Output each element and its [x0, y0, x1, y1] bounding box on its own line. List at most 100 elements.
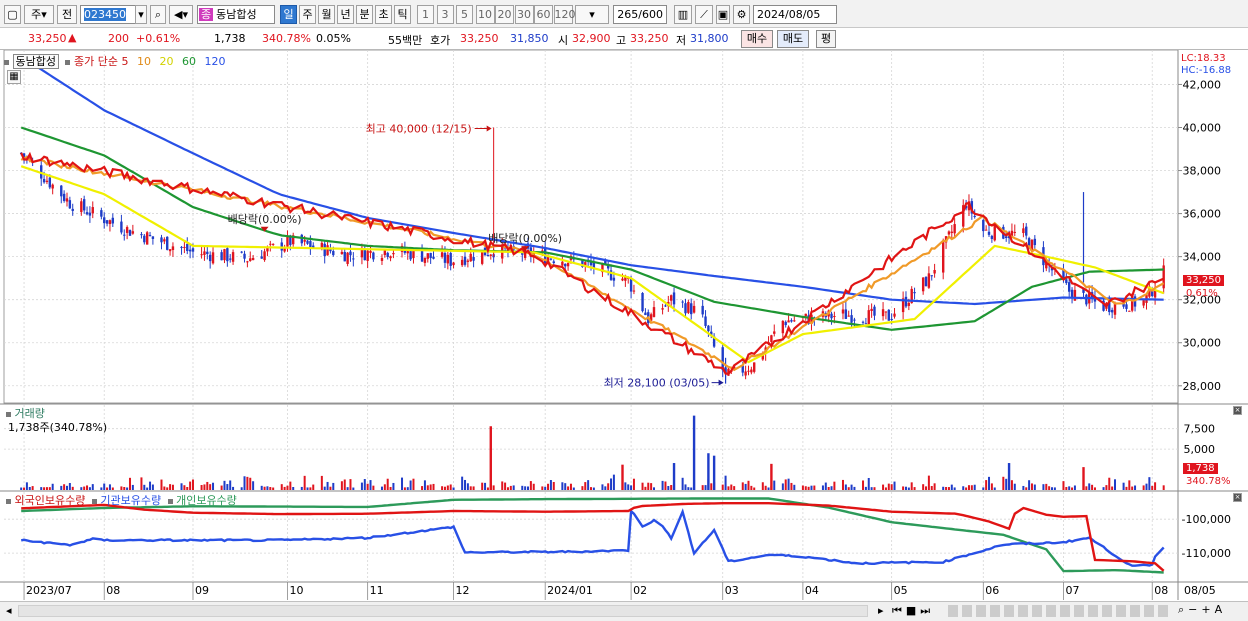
candle-body	[681, 301, 684, 303]
scroll-track[interactable]	[18, 605, 868, 617]
volume-bar	[684, 484, 687, 490]
candle-body	[343, 251, 346, 262]
volume-bar	[953, 487, 956, 490]
candle-body	[1013, 231, 1016, 233]
interval-tab[interactable]: 1	[417, 5, 434, 24]
volume-bar	[841, 479, 844, 490]
candle-body	[243, 253, 246, 259]
speaker-icon[interactable]: ◀▾	[169, 5, 193, 24]
window-icon[interactable]: ▢	[4, 5, 21, 24]
legend-institution[interactable]: 기관보유수량	[100, 494, 161, 507]
volume-bar	[1013, 483, 1016, 490]
legend-ma60[interactable]: 60	[182, 55, 196, 68]
volume-bar	[827, 487, 830, 490]
candle-body	[861, 321, 865, 323]
search-icon[interactable]: ⌕	[150, 5, 166, 24]
legend-ma5[interactable]: 종가 단순 5	[74, 55, 128, 68]
legend-foreign[interactable]: 외국인보유수량	[15, 494, 86, 507]
volume-panel	[20, 415, 1165, 490]
volume-bar	[1131, 486, 1134, 490]
candle-body	[71, 208, 74, 211]
gear-icon[interactable]: ⚙	[733, 5, 750, 24]
candle-body	[349, 251, 352, 256]
volume-bar	[183, 485, 186, 490]
volume-bar	[690, 487, 693, 490]
save-icon[interactable]: ▣	[716, 5, 730, 24]
candle-body	[249, 258, 252, 261]
candle-body	[323, 243, 326, 257]
candle-icon[interactable]: ▥	[674, 5, 692, 24]
candle-body	[108, 220, 112, 225]
volume-bar	[441, 486, 444, 490]
interval-tab[interactable]: 60	[534, 5, 553, 24]
line-tool-icon[interactable]: ⟋	[695, 5, 713, 24]
buy-button[interactable]: 매수	[741, 30, 773, 48]
period-tab[interactable]: 분	[356, 5, 373, 24]
period-tab[interactable]: 일	[280, 5, 297, 24]
close-holdings-icon[interactable]: ×	[1233, 493, 1242, 502]
volume-bar	[51, 483, 54, 490]
period-tab[interactable]: 틱	[394, 5, 411, 24]
volume-bar	[1114, 479, 1117, 490]
playback-icons[interactable]: ⏮■⏭	[892, 604, 934, 618]
interval-tab[interactable]: 20	[495, 5, 514, 24]
avg-button[interactable]: 평	[816, 30, 836, 48]
legend-stock-name[interactable]: 동남합성	[12, 54, 59, 69]
candle-body	[103, 217, 106, 224]
period-tab[interactable]: 월	[318, 5, 335, 24]
volume-bar	[60, 485, 63, 490]
volume-bar	[904, 486, 907, 490]
period-tab[interactable]: 초	[375, 5, 392, 24]
candle-body	[263, 251, 266, 261]
volume-bar	[681, 477, 684, 490]
stock-name-field[interactable]: 종 동남합성	[197, 5, 275, 24]
volume-bar	[280, 484, 283, 490]
zoom-icons[interactable]: ⌕−+A	[1178, 603, 1226, 617]
legend-ma120[interactable]: 120	[204, 55, 225, 68]
period-tab[interactable]: 주	[299, 5, 316, 24]
candle-body	[684, 303, 687, 314]
volume-bar	[933, 483, 936, 490]
candle-body	[984, 229, 988, 231]
candle-body	[692, 305, 696, 313]
legend-ma20[interactable]: 20	[159, 55, 173, 68]
volume-bar	[443, 486, 446, 490]
candle-body	[271, 243, 275, 245]
interval-tab[interactable]: 30	[514, 5, 534, 24]
zoom-slider[interactable]	[948, 605, 1168, 617]
date-field[interactable]: 2024/08/05	[753, 5, 837, 24]
legend-individual[interactable]: 개인보유수량	[176, 494, 237, 507]
jeon-button[interactable]: 전	[57, 5, 77, 24]
chevron-down-icon[interactable]: ▾	[135, 5, 147, 24]
interval-tab[interactable]: 10	[475, 5, 495, 24]
custom-interval-select[interactable]: ▾	[575, 5, 609, 24]
period-tab[interactable]: 년	[337, 5, 354, 24]
volume-bar	[913, 487, 916, 490]
bar-count-field[interactable]: 265/600	[613, 5, 667, 24]
interval-tab[interactable]: 120	[553, 5, 576, 24]
volume-bar	[106, 487, 109, 490]
volume-bar	[200, 485, 203, 490]
volume-bar	[186, 487, 189, 490]
y-tick-label: 40,000	[1183, 121, 1222, 134]
volume-bar	[1065, 486, 1068, 490]
scroll-right-icon[interactable]: ▸	[878, 604, 884, 617]
stock-code-input[interactable]: 023450	[80, 5, 136, 24]
volume-bar	[853, 486, 856, 490]
scroll-left-icon[interactable]: ◂	[6, 604, 12, 617]
volume-bar	[220, 485, 223, 490]
volume-bar	[1048, 486, 1051, 490]
volume-bar	[529, 481, 532, 490]
chart-area[interactable]: 최고 40,000 (12/15) 최저 28,100 (03/05) 배당락(0.…	[0, 50, 1248, 601]
volume-bar	[131, 484, 134, 490]
table-icon[interactable]: ▦	[7, 70, 21, 84]
volume-bar	[232, 486, 235, 490]
sell-button[interactable]: 매도	[777, 30, 809, 48]
close-volume-icon[interactable]: ×	[1233, 406, 1242, 415]
interval-tab[interactable]: 3	[436, 5, 454, 24]
legend-ma10[interactable]: 10	[137, 55, 151, 68]
dividend-annotation: 배당락(0.00%)	[488, 232, 562, 245]
market-select[interactable]: 주▾	[24, 5, 54, 24]
candle-body	[489, 254, 492, 256]
interval-tab[interactable]: 5	[456, 5, 473, 24]
